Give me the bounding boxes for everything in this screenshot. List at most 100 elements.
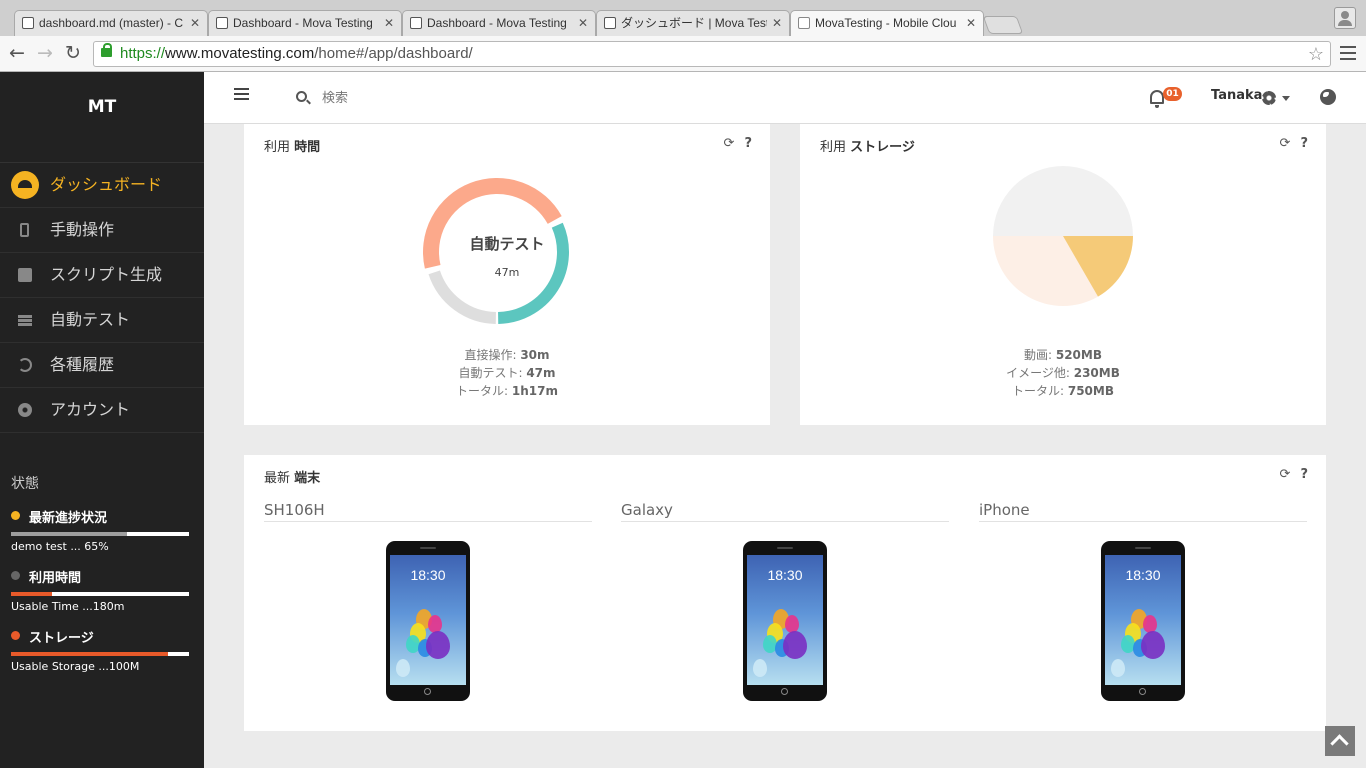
status-bar bbox=[11, 592, 189, 596]
phone-home-button bbox=[1139, 688, 1146, 695]
book-icon bbox=[410, 17, 422, 29]
sidebar-item-account[interactable]: アカウント bbox=[0, 388, 204, 433]
menu-toggle-icon[interactable] bbox=[234, 88, 249, 101]
edit-icon bbox=[18, 268, 32, 282]
legend-value: 47m bbox=[526, 366, 556, 380]
browser-tab-strip: dashboard.md (master) - C ✕ Dashboard - … bbox=[0, 0, 1366, 36]
balloon-shape bbox=[783, 631, 807, 659]
refresh-icon[interactable]: ⟳ bbox=[1280, 467, 1291, 482]
phone-speaker bbox=[420, 547, 436, 549]
browser-menu-icon[interactable] bbox=[1340, 46, 1356, 60]
close-icon[interactable]: ✕ bbox=[190, 11, 200, 35]
card-tools: ⟳? bbox=[1270, 467, 1308, 482]
balloon-shape bbox=[1111, 659, 1125, 677]
status-title: 状態 bbox=[11, 476, 39, 492]
legend-value: 30m bbox=[520, 348, 550, 362]
donut-center: 自動テスト 47m bbox=[244, 233, 770, 279]
help-icon[interactable]: ? bbox=[1300, 467, 1308, 482]
phone-image[interactable]: 18:30 bbox=[743, 541, 827, 701]
tab-title: dashboard.md (master) - C bbox=[39, 16, 184, 30]
close-icon[interactable]: ✕ bbox=[966, 11, 976, 35]
close-icon[interactable]: ✕ bbox=[578, 11, 588, 35]
legend-item: トータル: 750MB bbox=[800, 382, 1326, 400]
lock-icon bbox=[101, 43, 112, 57]
usage-storage-legend: 動画: 520MB イメージ他: 230MB トータル: 750MB bbox=[800, 346, 1326, 400]
device-item[interactable]: iPhone 18:30 bbox=[979, 501, 1307, 701]
search-input[interactable] bbox=[322, 86, 622, 110]
chevron-down-icon[interactable] bbox=[1282, 96, 1290, 101]
close-icon[interactable]: ✕ bbox=[384, 11, 394, 35]
status-usage-time: 利用時間 Usable Time ...180m bbox=[11, 567, 189, 613]
forward-arrow-icon[interactable]: → bbox=[34, 42, 56, 64]
help-icon[interactable]: ? bbox=[744, 136, 752, 151]
device-item[interactable]: SH106H 18:30 bbox=[264, 501, 592, 701]
refresh-icon[interactable]: ⟳ bbox=[1280, 136, 1291, 151]
refresh-icon[interactable]: ⟳ bbox=[724, 136, 735, 151]
donut-segment-rest bbox=[428, 270, 497, 324]
globe-icon[interactable] bbox=[1320, 89, 1336, 105]
url-host: www.movatesting.com bbox=[165, 45, 315, 62]
donut-center-title: 自動テスト bbox=[469, 235, 545, 253]
phone-image[interactable]: 18:30 bbox=[1101, 541, 1185, 701]
notification-badge: 01 bbox=[1163, 87, 1182, 101]
phone-screen-time: 18:30 bbox=[410, 567, 446, 583]
phone-home-button bbox=[424, 688, 431, 695]
user-name[interactable]: Tanaka bbox=[1211, 88, 1262, 103]
bookmark-star-icon[interactable]: ☆ bbox=[1308, 42, 1324, 66]
phone-icon bbox=[20, 223, 29, 237]
legend-value: 1h17m bbox=[511, 384, 558, 398]
browser-tab[interactable]: dashboard.md (master) - C ✕ bbox=[14, 10, 208, 36]
back-arrow-icon[interactable]: ← bbox=[6, 42, 28, 64]
sidebar-item-manual[interactable]: 手動操作 bbox=[0, 208, 204, 253]
legend-label: トータル: bbox=[1012, 384, 1068, 398]
card-tools: ⟳? bbox=[1270, 136, 1308, 151]
sidebar-item-label: スクリプト生成 bbox=[50, 265, 163, 284]
sidebar-item-history[interactable]: 各種履歴 bbox=[0, 343, 204, 388]
status-bar-fill bbox=[11, 592, 52, 596]
status-progress: 最新進捗状況 demo test ... 65% bbox=[11, 507, 189, 553]
card-title-bold: 時間 bbox=[294, 140, 321, 155]
card-title: 最新 端末 bbox=[264, 467, 320, 486]
browser-tab-active[interactable]: MovaTesting - Mobile Clou ✕ bbox=[790, 10, 984, 36]
url-path: /home#/app/dashboard/ bbox=[314, 45, 473, 62]
device-name: Galaxy bbox=[621, 501, 949, 522]
device-item[interactable]: Galaxy 18:30 bbox=[621, 501, 949, 701]
phone-screen: 18:30 bbox=[747, 555, 823, 685]
browser-tab[interactable]: ダッシュボード | Mova Test ✕ bbox=[596, 10, 790, 36]
browser-tab[interactable]: Dashboard - Mova Testing ✕ bbox=[402, 10, 596, 36]
legend-label: イメージ他: bbox=[1006, 366, 1074, 380]
usage-storage-card: 利用 ストレージ ⟳? 動画: 520MB イメージ他: 230MB トータル:… bbox=[800, 124, 1326, 425]
book-icon bbox=[216, 17, 228, 29]
browser-tab[interactable]: Dashboard - Mova Testing ✕ bbox=[208, 10, 402, 36]
device-name: iPhone bbox=[979, 501, 1307, 522]
close-icon[interactable]: ✕ bbox=[772, 11, 782, 35]
sidebar-item-dashboard[interactable]: ダッシュボード bbox=[0, 163, 204, 208]
address-bar[interactable]: https://www.movatesting.com/home#/app/da… bbox=[93, 41, 1331, 67]
donut-center-value: 47m bbox=[494, 266, 520, 279]
scroll-to-top-button[interactable] bbox=[1325, 726, 1355, 756]
help-icon[interactable]: ? bbox=[1300, 136, 1308, 151]
status-label: 利用時間 bbox=[29, 571, 82, 586]
browser-user-icon[interactable] bbox=[1334, 7, 1356, 29]
usage-time-legend: 直接操作: 30m 自動テスト: 47m トータル: 1h17m bbox=[244, 346, 770, 400]
sidebar-item-autotest[interactable]: 自動テスト bbox=[0, 298, 204, 343]
url-scheme: https:// bbox=[120, 45, 166, 62]
sidebar-item-script[interactable]: スクリプト生成 bbox=[0, 253, 204, 298]
gear-icon bbox=[18, 403, 32, 417]
bell-icon[interactable] bbox=[1150, 90, 1164, 108]
status-bar-fill bbox=[11, 652, 168, 656]
card-title-prefix: 利用 bbox=[820, 140, 851, 155]
sidebar-item-label: 各種履歴 bbox=[50, 355, 115, 374]
status-storage: ストレージ Usable Storage ...100M bbox=[11, 627, 189, 673]
phone-screen: 18:30 bbox=[390, 555, 466, 685]
app-logo[interactable]: MT bbox=[0, 72, 204, 162]
new-tab-button[interactable] bbox=[982, 16, 1024, 34]
history-icon bbox=[18, 358, 32, 372]
reload-icon[interactable]: ↻ bbox=[62, 42, 84, 64]
status-label: 最新進捗状況 bbox=[29, 511, 108, 526]
legend-value: 230MB bbox=[1073, 366, 1120, 380]
legend-value: 520MB bbox=[1055, 348, 1102, 362]
gear-icon[interactable] bbox=[1262, 91, 1276, 105]
phone-image[interactable]: 18:30 bbox=[386, 541, 470, 701]
legend-item: イメージ他: 230MB bbox=[800, 364, 1326, 382]
